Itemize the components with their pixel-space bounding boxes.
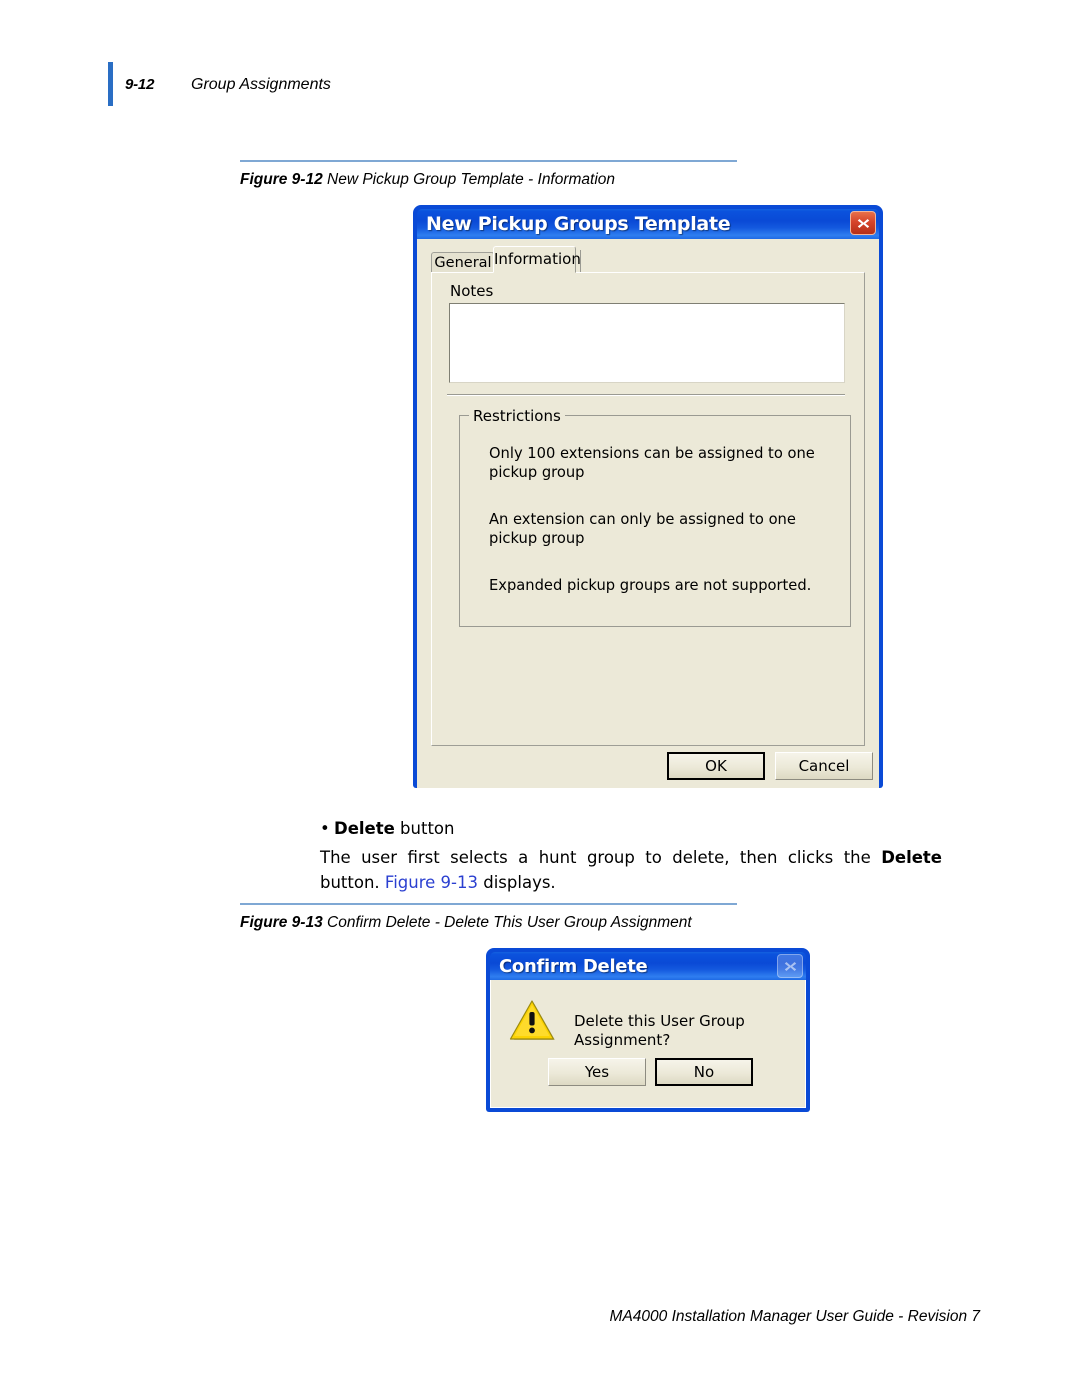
- page-number: 9-12: [125, 76, 155, 93]
- caption-text: New Pickup Group Template - Information: [327, 171, 616, 188]
- bullet-line: • Delete button: [320, 816, 960, 841]
- close-icon: [777, 954, 803, 978]
- paragraph-text-3: displays.: [478, 873, 556, 892]
- caption-text: Confirm Delete - Delete This User Group …: [327, 914, 692, 931]
- section-divider: [447, 394, 845, 396]
- no-button[interactable]: No: [655, 1058, 753, 1086]
- confirm-delete-dialog: Confirm Delete Delete this User Group As…: [486, 948, 810, 1112]
- new-pickup-groups-template-dialog: New Pickup Groups Template General Infor…: [413, 205, 883, 788]
- tab-general[interactable]: General: [431, 252, 495, 273]
- dialog-body: Delete this User Group Assignment? Yes N…: [490, 980, 806, 1108]
- figure-caption-9-12: Figure 9-12 New Pickup Group Template - …: [240, 160, 1000, 189]
- figure-cross-reference[interactable]: Figure 9-13: [385, 873, 478, 892]
- tab-panel-information: Notes Restrictions Only 100 extensions c…: [431, 272, 865, 746]
- tab-information[interactable]: Information: [493, 246, 581, 273]
- page-header: 9-12 Group Assignments: [108, 62, 988, 106]
- caption-line: Figure 9-12 New Pickup Group Template - …: [240, 171, 1000, 189]
- dialog-body: General Information Notes Restrictions O…: [417, 239, 879, 788]
- notes-input[interactable]: [449, 303, 845, 383]
- header-accent-bar: [108, 62, 113, 106]
- dialog-titlebar[interactable]: Confirm Delete: [490, 952, 806, 980]
- delete-button-bullet: • Delete button: [320, 816, 960, 841]
- bullet-label-rest: button: [394, 819, 455, 838]
- caption-number: Figure 9-13: [240, 914, 323, 931]
- dialog-titlebar[interactable]: New Pickup Groups Template: [417, 209, 879, 239]
- close-icon[interactable]: [850, 211, 876, 235]
- caption-rule: [240, 160, 737, 162]
- page-footer: MA4000 Installation Manager User Guide -…: [609, 1308, 980, 1325]
- paragraph-text-1: The user first selects a hunt group to d…: [320, 848, 882, 867]
- bullet-dot-icon: •: [320, 819, 330, 838]
- figure-caption-9-13: Figure 9-13 Confirm Delete - Delete This…: [240, 903, 1000, 932]
- paragraph-text-2: button.: [320, 873, 385, 892]
- caption-line: Figure 9-13 Confirm Delete - Delete This…: [240, 914, 1000, 932]
- ok-button[interactable]: OK: [667, 752, 765, 780]
- caption-number: Figure 9-12: [240, 171, 323, 188]
- tabstrip: General Information: [431, 246, 869, 273]
- dialog-title: New Pickup Groups Template: [426, 213, 731, 235]
- cancel-button[interactable]: Cancel: [775, 752, 873, 780]
- yes-button[interactable]: Yes: [548, 1058, 646, 1086]
- warning-triangle-icon: [507, 998, 557, 1044]
- restrictions-legend: Restrictions: [469, 407, 565, 425]
- restriction-item: An extension can only be assigned to one…: [489, 511, 796, 547]
- body-paragraph: The user first selects a hunt group to d…: [320, 845, 942, 895]
- restriction-item: Expanded pickup groups are not supported…: [489, 577, 812, 594]
- dialog-title: Confirm Delete: [499, 955, 648, 977]
- restriction-item: Only 100 extensions can be assigned to o…: [489, 445, 815, 481]
- section-title: Group Assignments: [191, 76, 331, 93]
- confirm-message-text: Delete this User Group Assignment?: [574, 1012, 745, 1049]
- bullet-label-bold: Delete: [334, 819, 395, 838]
- caption-rule: [240, 903, 737, 905]
- paragraph-bold-delete: Delete: [881, 848, 942, 867]
- notes-label: Notes: [450, 282, 494, 300]
- restrictions-fieldset: Restrictions Only 100 extensions can be …: [459, 407, 851, 627]
